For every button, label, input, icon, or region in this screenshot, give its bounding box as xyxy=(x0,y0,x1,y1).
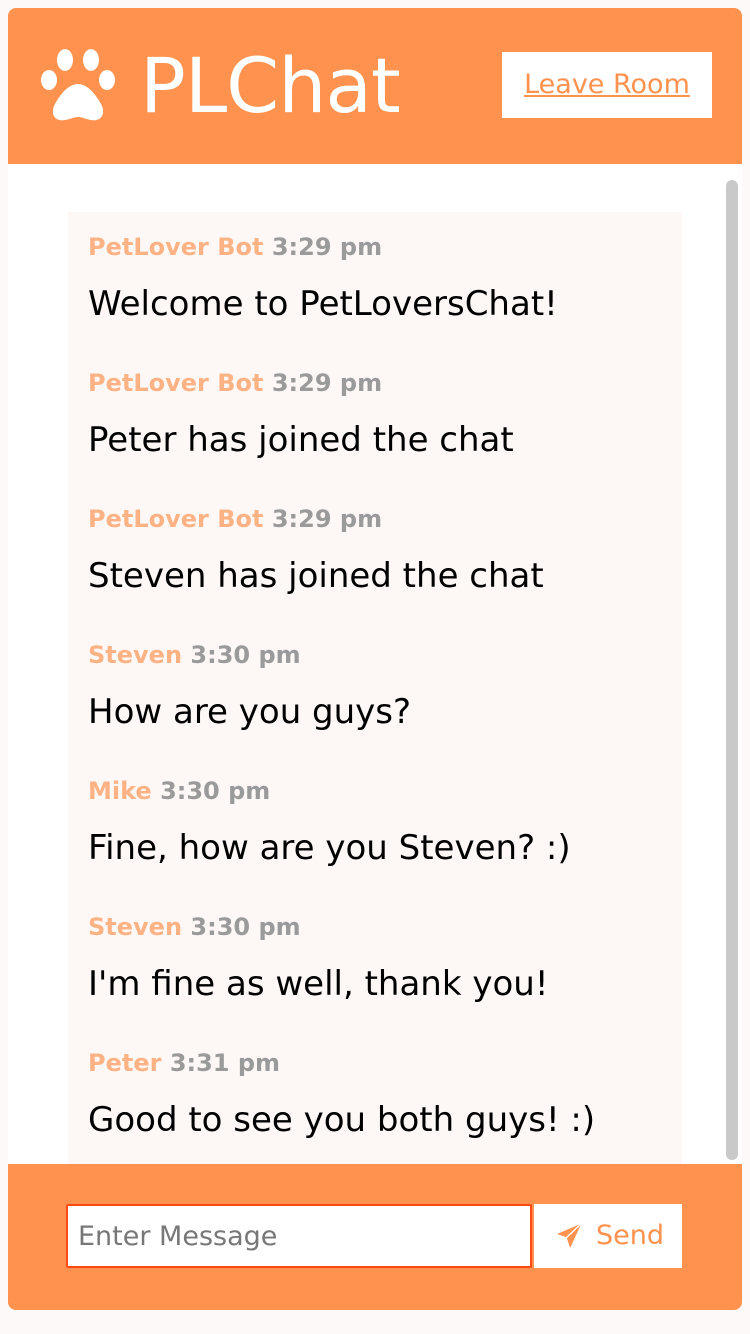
message-text: Welcome to PetLoversChat! xyxy=(88,284,558,324)
message-meta: Steven 3:30 pm xyxy=(88,640,301,670)
message-time: 3:29 pm xyxy=(271,369,383,397)
message-text: Good to see you both guys! :) xyxy=(88,1100,596,1140)
message-meta: PetLover Bot 3:29 pm xyxy=(88,368,382,398)
message-time: 3:30 pm xyxy=(160,777,271,805)
message-meta: PetLover Bot 3:29 pm xyxy=(88,504,382,534)
message-meta: Steven 3:30 pm xyxy=(88,912,301,942)
message-composer: Send xyxy=(8,1164,742,1310)
message-input[interactable] xyxy=(66,1204,532,1268)
paw-icon xyxy=(41,49,115,121)
send-button[interactable]: Send xyxy=(534,1204,682,1268)
message-list[interactable]: PetLover Bot 3:29 pm Welcome to PetLover… xyxy=(8,164,742,1164)
message-meta: PetLover Bot 3:29 pm xyxy=(88,232,382,262)
message-item: PetLover Bot 3:29 pm Welcome to PetLover… xyxy=(68,212,682,348)
send-label: Send xyxy=(596,1220,665,1251)
message-item: Steven 3:30 pm I'm fine as well, thank y… xyxy=(68,892,682,1028)
message-text: Peter has joined the chat xyxy=(88,420,514,460)
message-meta: Mike 3:30 pm xyxy=(88,776,270,806)
scrollbar-thumb[interactable] xyxy=(726,180,738,1160)
message-item: Steven 3:30 pm How are you guys? xyxy=(68,620,682,756)
chat-header: PLChat Leave Room xyxy=(8,8,742,164)
paper-plane-icon xyxy=(554,1221,584,1251)
message-item: Peter 3:31 pm Good to see you both guys!… xyxy=(68,1028,682,1164)
chat-app: PLChat Leave Room PetLover Bot 3:29 pm W… xyxy=(8,8,742,1310)
vertical-scrollbar[interactable] xyxy=(726,180,738,1160)
message-author: Steven xyxy=(88,641,183,669)
message-time: 3:31 pm xyxy=(169,1049,281,1077)
message-text: I'm fine as well, thank you! xyxy=(88,964,549,1004)
message-time: 3:30 pm xyxy=(190,641,301,669)
message-author: Steven xyxy=(88,913,183,941)
message-author: PetLover Bot xyxy=(88,233,264,261)
message-time: 3:30 pm xyxy=(190,913,301,941)
message-text: Fine, how are you Steven? :) xyxy=(88,828,571,868)
message-meta: Peter 3:31 pm xyxy=(88,1048,280,1078)
message-time: 3:29 pm xyxy=(271,505,383,533)
message-item: PetLover Bot 3:29 pm Peter has joined th… xyxy=(68,348,682,484)
app-logo-title: PLChat xyxy=(140,41,401,130)
message-author: PetLover Bot xyxy=(88,369,264,397)
message-time: 3:29 pm xyxy=(271,233,383,261)
message-item: PetLover Bot 3:29 pm Steven has joined t… xyxy=(68,484,682,620)
message-text: How are you guys? xyxy=(88,692,412,732)
leave-room-button[interactable]: Leave Room xyxy=(502,52,712,118)
message-text: Steven has joined the chat xyxy=(88,556,544,596)
message-author: Mike xyxy=(88,777,152,805)
message-author: PetLover Bot xyxy=(88,505,264,533)
message-author: Peter xyxy=(88,1049,162,1077)
message-item: Mike 3:30 pm Fine, how are you Steven? :… xyxy=(68,756,682,892)
